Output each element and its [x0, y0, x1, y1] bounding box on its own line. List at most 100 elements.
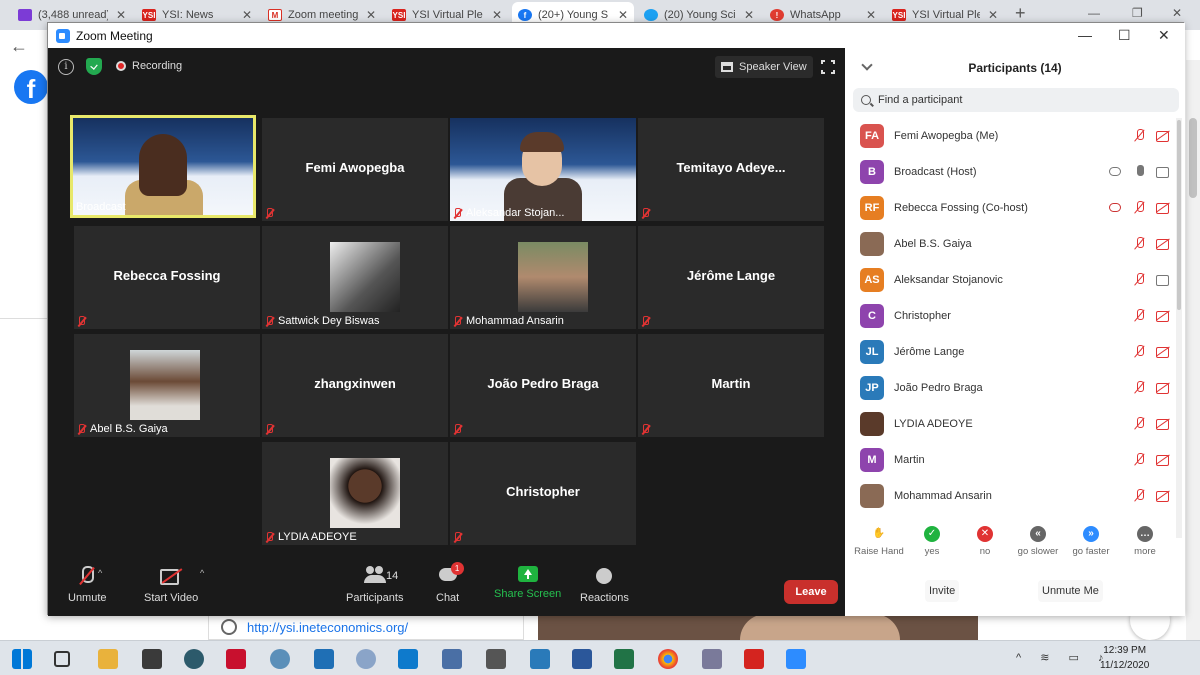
- mic-muted-icon: [1133, 489, 1147, 503]
- participant-row[interactable]: AS Aleksandar Stojanovic: [845, 262, 1185, 298]
- video-tile[interactable]: Sattwick Dey Biswas: [262, 226, 448, 329]
- tile-name: João Pedro Braga: [487, 376, 599, 391]
- video-tile[interactable]: João Pedro Braga: [450, 334, 636, 437]
- close-icon[interactable]: ✕: [866, 8, 876, 22]
- video-tile[interactable]: Martin: [638, 334, 824, 437]
- reactions-button[interactable]: Reactions: [580, 566, 629, 604]
- recording-label[interactable]: Recording: [132, 60, 182, 72]
- profile-photo: [518, 242, 588, 312]
- participant-search-input[interactable]: Find a participant: [853, 88, 1179, 112]
- unmute-me-button[interactable]: Unmute Me: [1038, 580, 1103, 602]
- chrome-icon[interactable]: [658, 649, 678, 669]
- r-icon[interactable]: [356, 649, 376, 669]
- close-icon[interactable]: ✕: [1172, 6, 1182, 20]
- go-slower-button[interactable]: «go slower: [1012, 526, 1064, 557]
- zoom-title-bar: Zoom Meeting — ☐ ✕: [48, 23, 1185, 48]
- unmute-button[interactable]: ^ Unmute: [68, 566, 107, 604]
- ide-icon[interactable]: [226, 649, 246, 669]
- chat-app-icon[interactable]: [702, 649, 722, 669]
- leave-button[interactable]: Leave: [784, 580, 838, 604]
- vscode-icon[interactable]: [398, 649, 418, 669]
- start-video-button[interactable]: ^ Start Video: [144, 566, 204, 604]
- participant-row[interactable]: Abel B.S. Gaiya: [845, 226, 1185, 262]
- page-image-face: [740, 614, 900, 640]
- video-tile[interactable]: Abel B.S. Gaiya: [74, 334, 260, 437]
- video-tile[interactable]: Mohammad Ansarin: [450, 226, 636, 329]
- info-icon[interactable]: i: [58, 59, 74, 75]
- word-icon[interactable]: [572, 649, 592, 669]
- grid-app-icon[interactable]: [486, 649, 506, 669]
- facebook-logo-icon[interactable]: f: [14, 70, 48, 104]
- language-icon[interactable]: [184, 649, 204, 669]
- tile-label: LYDIA ADEOYE: [265, 531, 357, 543]
- snip-tool-icon[interactable]: [142, 649, 162, 669]
- video-tile[interactable]: LYDIA ADEOYE: [262, 442, 448, 545]
- close-icon[interactable]: ✕: [242, 8, 252, 22]
- invite-button[interactable]: Invite: [925, 580, 960, 602]
- participant-row[interactable]: Mohammad Ansarin: [845, 478, 1185, 514]
- close-icon[interactable]: ✕: [744, 8, 754, 22]
- participant-row[interactable]: B Broadcast (Host): [845, 154, 1185, 190]
- participant-row[interactable]: JP João Pedro Braga: [845, 370, 1185, 406]
- participant-row[interactable]: M Martin: [845, 442, 1185, 478]
- participant-row[interactable]: JL Jérôme Lange: [845, 334, 1185, 370]
- minimize-icon[interactable]: —: [1078, 27, 1092, 43]
- share-screen-icon: [517, 566, 538, 582]
- participant-list-scrollbar-thumb[interactable]: [1177, 120, 1181, 310]
- participant-row[interactable]: LYDIA ADEOYE: [845, 406, 1185, 442]
- system-tray-icons[interactable]: ^ ≋ ▭ ♪: [1016, 651, 1111, 664]
- participant-row[interactable]: FA Femi Awopegba (Me): [845, 118, 1185, 154]
- camera-off-icon: [1156, 417, 1170, 431]
- task-view-icon[interactable]: [54, 651, 70, 667]
- acrobat-icon[interactable]: [744, 649, 764, 669]
- fast-forward-icon: »: [1083, 526, 1099, 542]
- back-arrow-icon[interactable]: ←: [10, 36, 28, 57]
- participants-panel: Participants (14) Find a participant FA F…: [845, 48, 1185, 616]
- share-screen-button[interactable]: Share Screen: [494, 566, 561, 600]
- file-explorer-icon[interactable]: [98, 649, 118, 669]
- minimize-icon[interactable]: —: [1088, 6, 1100, 20]
- chevron-down-icon[interactable]: [861, 59, 873, 71]
- video-tile-broadcast[interactable]: Broadcast: [70, 115, 256, 218]
- chevron-up-icon[interactable]: ^: [200, 568, 204, 578]
- video-tile[interactable]: zhangxinwen: [262, 334, 448, 437]
- close-icon[interactable]: ✕: [618, 8, 628, 22]
- new-tab-button[interactable]: +: [1015, 3, 1026, 24]
- system-clock[interactable]: 12:39 PM 11/12/2020: [1100, 643, 1149, 673]
- video-tile[interactable]: Aleksandar Stojan...: [450, 118, 636, 221]
- more-button[interactable]: … more: [1119, 526, 1171, 557]
- video-tile[interactable]: Femi Awopegba: [262, 118, 448, 221]
- video-tile[interactable]: Jérôme Lange: [638, 226, 824, 329]
- close-icon[interactable]: ✕: [492, 8, 502, 22]
- maximize-icon[interactable]: ☐: [1118, 27, 1131, 44]
- app-icon[interactable]: [442, 649, 462, 669]
- restore-icon[interactable]: ❐: [1132, 6, 1143, 20]
- go-faster-button[interactable]: » go faster: [1065, 526, 1117, 557]
- chat-button[interactable]: 1 Chat: [436, 562, 464, 604]
- mic-muted-icon: [1133, 345, 1147, 359]
- video-tile[interactable]: Christopher: [450, 442, 636, 545]
- page-scrollbar-thumb[interactable]: [1189, 118, 1197, 198]
- app-icon[interactable]: [270, 649, 290, 669]
- no-button[interactable]: ✕ no: [959, 526, 1011, 557]
- excel-icon[interactable]: [614, 649, 634, 669]
- participant-row[interactable]: C Christopher: [845, 298, 1185, 334]
- shield-icon[interactable]: [86, 58, 102, 75]
- close-icon[interactable]: ✕: [1158, 27, 1170, 44]
- close-icon[interactable]: ✕: [366, 8, 376, 22]
- tile-label: [641, 208, 654, 219]
- video-tile[interactable]: Temitayo Adeye...: [638, 118, 824, 221]
- check-app-icon[interactable]: [530, 649, 550, 669]
- close-icon[interactable]: ✕: [116, 8, 126, 22]
- raise-hand-button[interactable]: ✋ Raise Hand: [853, 526, 905, 557]
- video-tile[interactable]: Rebecca Fossing: [74, 226, 260, 329]
- close-icon[interactable]: ✕: [988, 8, 998, 22]
- windows-start-icon[interactable]: [12, 649, 32, 669]
- speaker-view-button[interactable]: Speaker View: [715, 56, 813, 78]
- participant-row[interactable]: RF Rebecca Fossing (Co-host): [845, 190, 1185, 226]
- zoom-icon[interactable]: [786, 649, 806, 669]
- sigma-icon[interactable]: [314, 649, 334, 669]
- yes-button[interactable]: ✓ yes: [906, 526, 958, 557]
- chevron-up-icon[interactable]: ^: [98, 568, 102, 578]
- fullscreen-icon[interactable]: [820, 59, 836, 75]
